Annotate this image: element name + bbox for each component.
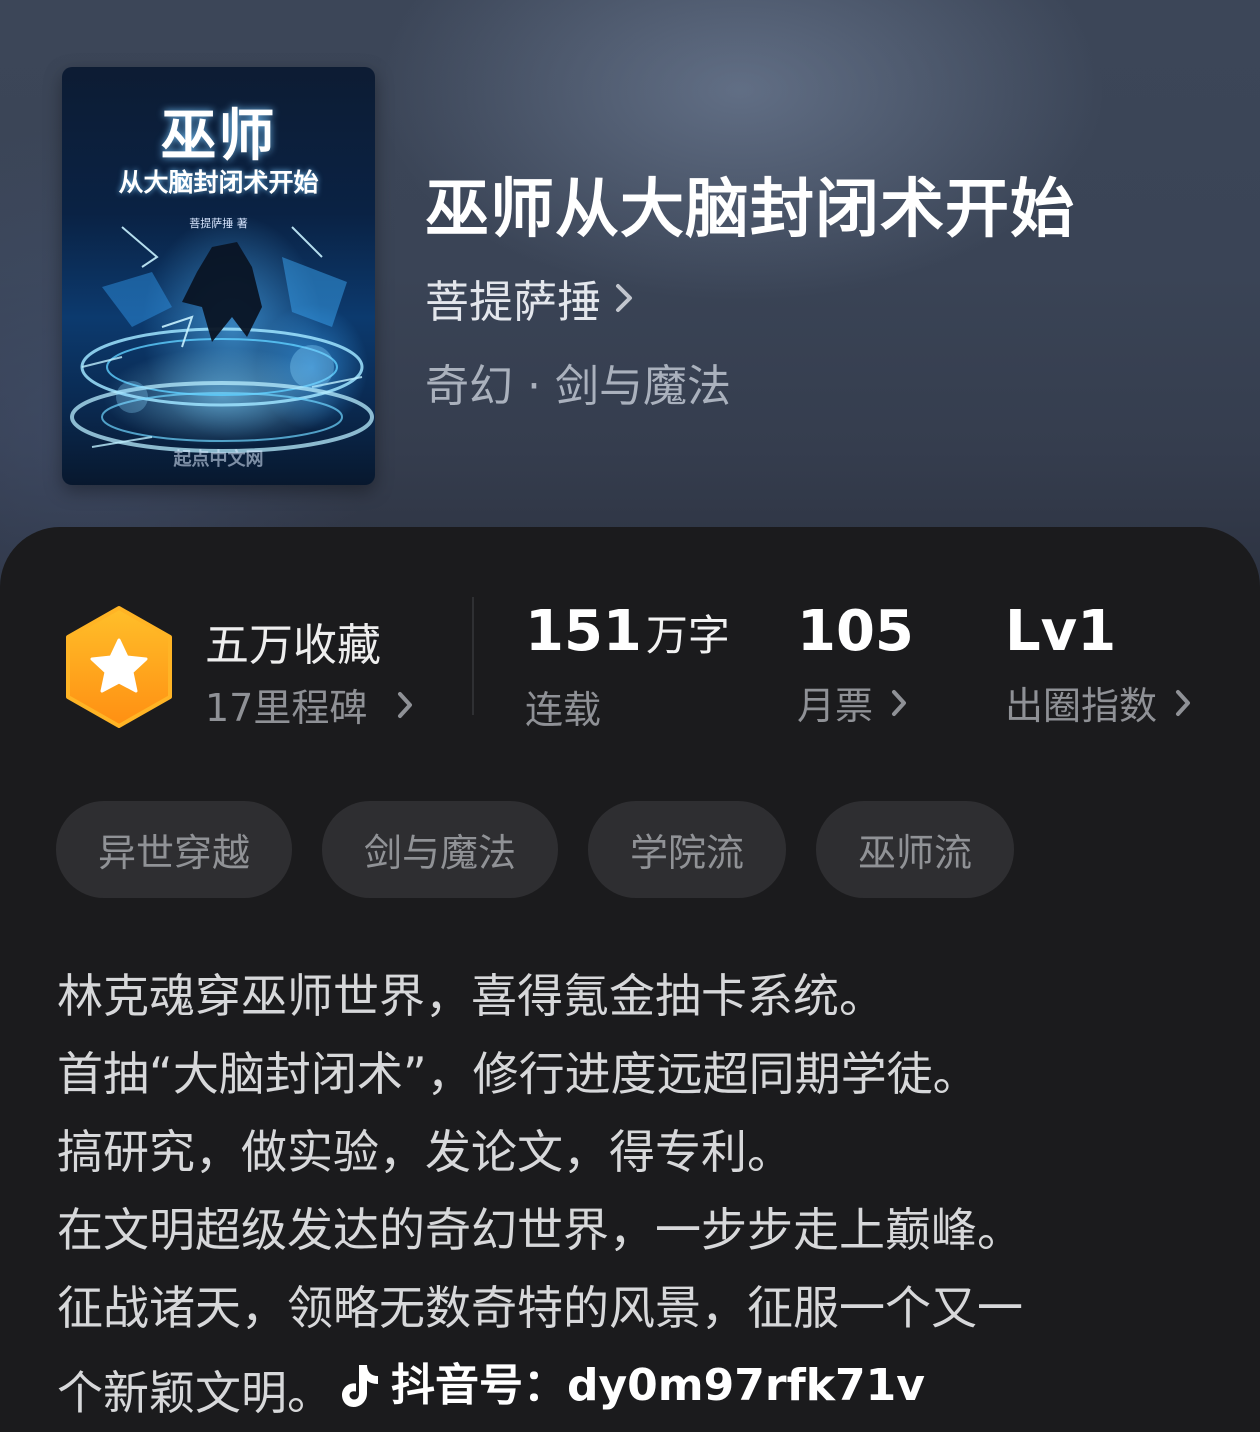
description-line: 在文明超级发达的奇幻世界，一步步走上巅峰。 [57,1203,1023,1257]
description-line: 征战诸天，领略无数奇特的风景，征服一个又一 [57,1281,1023,1335]
book-detail-page: 巫师 从大脑封闭术开始 菩提萨捶 著 起点中文网 巫师从大脑封闭术开始 菩提萨捶… [0,0,1260,1432]
description-line-last: 个新颖文明。 抖音号：dy0m97rfk71v [57,1347,1207,1432]
cover-title: 巫师 [160,103,277,169]
serial-status: 连载 [525,688,602,732]
genre-line[interactable]: 奇幻 · 剑与魔法 [425,350,731,414]
tag-chip[interactable]: 剑与魔法 [322,801,559,898]
book-header: 巫师 从大脑封闭术开始 菩提萨捶 著 起点中文网 巫师从大脑封闭术开始 菩提萨捶… [0,0,1260,600]
author-name: 菩提萨捶 [425,277,601,328]
chevron-right-icon [1176,689,1191,716]
breakout-index-label: 出圈指数 [1005,684,1158,728]
word-count-stat: 151万字 连载 [525,597,730,734]
tiktok-watermark: 抖音号：dy0m97rfk71v [341,1347,925,1425]
book-cover[interactable]: 巫师 从大脑封闭术开始 菩提萨捶 著 起点中文网 [62,67,375,485]
book-info-card: 五万收藏 17里程碑 151万字 连载 105 月票 Lv1 出圈指数 异世穿越… [0,527,1260,1432]
book-title: 巫师从大脑封闭术开始 [425,172,1075,247]
stats-row: 五万收藏 17里程碑 151万字 连载 105 月票 Lv1 出圈指数 [0,527,1260,767]
tag-chip[interactable]: 学院流 [588,801,787,898]
description-line: 首抽“大脑封闭术”，修行进度远超同期学徒。 [57,1047,979,1101]
word-count-value: 151 [525,599,642,664]
cover-publisher: 起点中文网 [173,449,264,470]
chevron-right-icon [398,691,413,718]
chevron-right-icon [892,689,907,716]
description-line: 个新颖文明。 [57,1366,333,1420]
description-line: 搞研究，做实验，发论文，得专利。 [57,1125,793,1179]
tiktok-icon [342,1365,378,1407]
description-line: 林克魂穿巫师世界，喜得氪金抽卡系统。 [57,969,885,1023]
breakout-index-value: Lv1 [1005,599,1117,664]
cover-subtitle: 从大脑封闭术开始 [118,168,319,197]
breakout-index-stat[interactable]: Lv1 出圈指数 [1005,597,1191,730]
word-count-unit: 万字 [645,611,730,660]
collection-title: 五万收藏 [205,620,381,671]
tag-list: 异世穿越 剑与魔法 学院流 巫师流 [56,801,1015,898]
tag-chip[interactable]: 异世穿越 [56,801,293,898]
monthly-ticket-stat[interactable]: 105 月票 [797,597,914,730]
milestone-link[interactable]: 17里程碑 [205,677,413,732]
monthly-ticket-value: 105 [797,599,914,664]
cover-author: 菩提萨捶 著 [189,217,248,230]
author-link[interactable]: 菩提萨捶 [425,266,633,330]
milestone-text: 17里程碑 [205,686,368,730]
tag-chip[interactable]: 巫师流 [816,801,1015,898]
book-description[interactable]: 林克魂穿巫师世界，喜得氪金抽卡系统。 首抽“大脑封闭术”，修行进度远超同期学徒。… [57,957,1207,1432]
star-hexagon-icon[interactable] [62,604,176,730]
chevron-right-icon [616,284,632,312]
watermark-text: 抖音号：dy0m97rfk71v [391,1360,925,1411]
stats-divider [472,597,474,715]
monthly-ticket-label: 月票 [797,684,874,728]
